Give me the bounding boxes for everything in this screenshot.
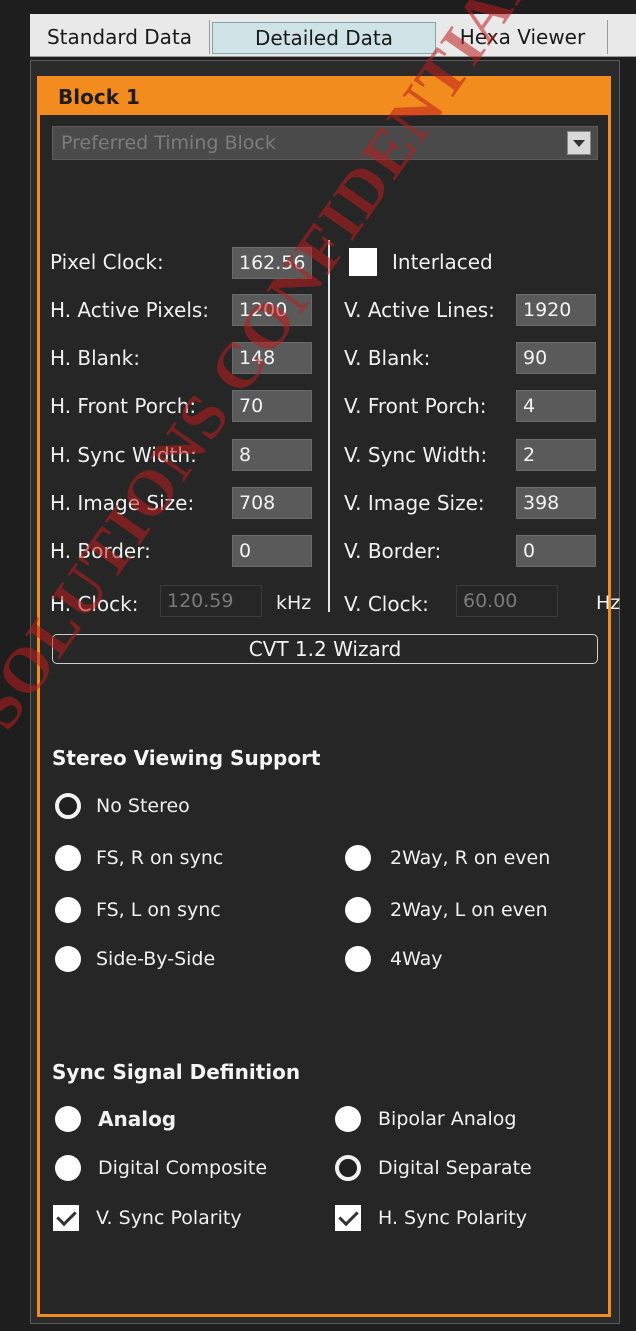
h-blank-label: H. Blank:	[50, 346, 140, 370]
sync-section-title: Sync Signal Definition	[52, 1060, 301, 1084]
v-clock-unit: Hz	[596, 592, 621, 614]
column-divider	[328, 240, 330, 612]
cvt-wizard-button[interactable]: CVT 1.2 Wizard	[52, 634, 598, 664]
pixel-clock-label: Pixel Clock:	[50, 250, 164, 274]
h-blank-field[interactable]: 148	[232, 342, 312, 374]
2way-l-on-even-label: 2Way, L on even	[390, 899, 548, 921]
4way-label: 4Way	[390, 948, 443, 970]
h-image-size-field[interactable]: 708	[232, 487, 312, 519]
h-image-size-label: H. Image Size:	[50, 491, 195, 515]
2way-r-on-even-label: 2Way, R on even	[390, 847, 551, 869]
v-border-label: V. Border:	[344, 539, 442, 563]
radio-no-stereo[interactable]	[55, 793, 81, 819]
h-sync-polarity-label: H. Sync Polarity	[378, 1207, 527, 1229]
tab-detailed-data[interactable]: Detailed Data	[212, 22, 436, 54]
h-border-field[interactable]: 0	[232, 535, 312, 567]
v-blank-label: V. Blank:	[344, 346, 431, 370]
radio-bipolar-analog[interactable]	[335, 1106, 361, 1132]
h-clock-field: 120.59	[160, 585, 262, 617]
v-blank-field[interactable]: 90	[516, 342, 596, 374]
h-clock-label: H. Clock:	[50, 592, 139, 616]
bipolar-analog-label: Bipolar Analog	[378, 1108, 517, 1130]
radio-4way[interactable]	[345, 946, 371, 972]
h-front-porch-label: H. Front Porch:	[50, 394, 197, 418]
block-type-value: Preferred Timing Block	[61, 132, 276, 154]
v-image-size-label: V. Image Size:	[344, 491, 485, 515]
v-front-porch-label: V. Front Porch:	[344, 394, 487, 418]
v-border-field[interactable]: 0	[516, 535, 596, 567]
block-title: Block 1	[40, 79, 608, 115]
radio-2way-r-on-even[interactable]	[345, 845, 371, 871]
tab-hexa-viewer[interactable]: Hexa Viewer	[438, 20, 608, 54]
stereo-section-title: Stereo Viewing Support	[52, 746, 321, 770]
v-image-size-field[interactable]: 398	[516, 487, 596, 519]
interlaced-label: Interlaced	[392, 250, 493, 274]
no-stereo-label: No Stereo	[96, 795, 190, 817]
h-sync-polarity-checkbox[interactable]	[335, 1205, 361, 1231]
h-sync-width-label: H. Sync Width:	[50, 443, 197, 467]
v-clock-label: V. Clock:	[344, 592, 429, 616]
chevron-down-icon[interactable]	[567, 131, 591, 155]
interlaced-checkbox[interactable]	[349, 248, 377, 276]
digital-separate-label: Digital Separate	[378, 1157, 532, 1179]
radio-fs-r-on-sync[interactable]	[55, 845, 81, 871]
v-clock-field: 60.00	[456, 585, 558, 617]
v-sync-polarity-checkbox[interactable]	[53, 1205, 79, 1231]
v-sync-width-label: V. Sync Width:	[344, 443, 488, 467]
side-by-side-label: Side-By-Side	[96, 948, 216, 970]
v-active-lines-label: V. Active Lines:	[344, 298, 495, 322]
radio-analog[interactable]	[55, 1106, 81, 1132]
fs-l-on-sync-label: FS, L on sync	[96, 899, 221, 921]
h-sync-width-field[interactable]: 8	[232, 439, 312, 471]
v-active-lines-field[interactable]: 1920	[516, 294, 596, 326]
h-active-pixels-label: H. Active Pixels:	[50, 298, 210, 322]
radio-fs-l-on-sync[interactable]	[55, 897, 81, 923]
tab-standard-data[interactable]: Standard Data	[30, 20, 210, 54]
v-front-porch-field[interactable]: 4	[516, 390, 596, 422]
radio-side-by-side[interactable]	[55, 946, 81, 972]
radio-digital-composite[interactable]	[55, 1155, 81, 1181]
h-clock-unit: kHz	[276, 592, 312, 614]
radio-digital-separate[interactable]	[335, 1155, 361, 1181]
analog-label: Analog	[98, 1107, 177, 1131]
tab-bar: Standard Data Detailed Data Hexa Viewer	[30, 14, 636, 57]
digital-composite-label: Digital Composite	[98, 1157, 268, 1179]
block-type-dropdown[interactable]: Preferred Timing Block	[52, 126, 598, 160]
fs-r-on-sync-label: FS, R on sync	[96, 847, 224, 869]
v-sync-width-field[interactable]: 2	[516, 439, 596, 471]
pixel-clock-field[interactable]: 162.56	[232, 247, 312, 279]
h-active-pixels-field[interactable]: 1200	[232, 294, 312, 326]
radio-2way-l-on-even[interactable]	[345, 897, 371, 923]
h-border-label: H. Border:	[50, 539, 151, 563]
h-front-porch-field[interactable]: 70	[232, 390, 312, 422]
v-sync-polarity-label: V. Sync Polarity	[96, 1207, 242, 1229]
